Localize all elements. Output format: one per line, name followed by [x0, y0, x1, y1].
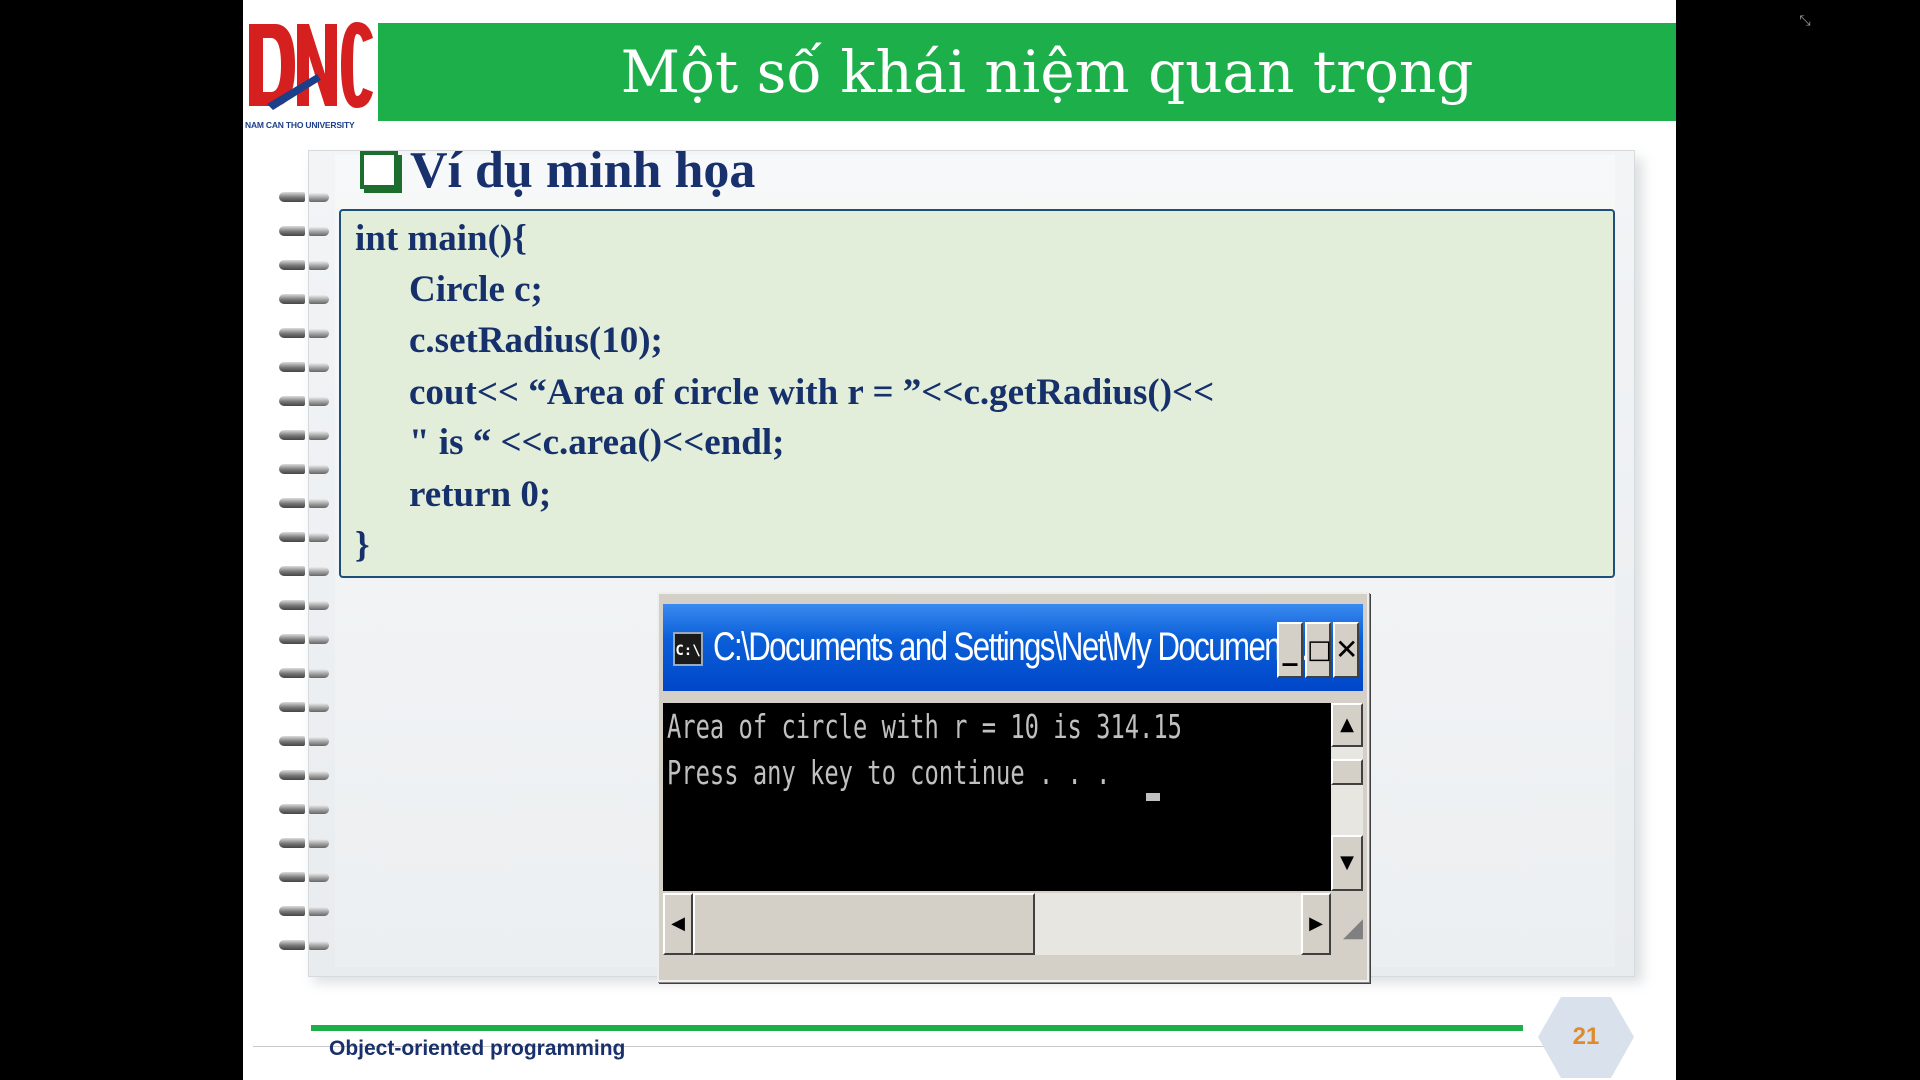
logo-letters-graphic	[249, 22, 373, 110]
spiral-ring-icon	[279, 360, 333, 376]
code-line: int main(){	[355, 218, 527, 259]
code-line: return 0;	[409, 474, 552, 515]
code-line: c.setRadius(10);	[409, 320, 663, 361]
console-titlebar[interactable]: C:\ C:\Documents and Settings\Net\My Doc…	[663, 604, 1363, 691]
spiral-ring-icon	[279, 768, 333, 784]
spiral-ring-icon	[279, 190, 333, 206]
console-window: C:\ C:\Documents and Settings\Net\My Doc…	[657, 592, 1369, 982]
minimize-icon[interactable]: _	[1277, 622, 1303, 678]
spiral-ring-icon	[279, 734, 333, 750]
code-line: }	[355, 525, 370, 566]
console-window-title: C:\Documents and Settings\Net\My Documen…	[713, 625, 1324, 669]
horizontal-scroll-thumb[interactable]	[693, 893, 1035, 955]
scroll-down-arrow-icon[interactable]: ▼	[1331, 835, 1363, 891]
spiral-ring-icon	[279, 428, 333, 444]
vertical-scrollbar[interactable]: ▲ ▼	[1331, 703, 1363, 891]
title-bar: Một số khái niệm quan trọng	[378, 23, 1676, 121]
spiral-ring-icon	[279, 394, 333, 410]
scroll-up-arrow-icon[interactable]: ▲	[1331, 703, 1363, 747]
resize-grip-icon[interactable]: ◢	[1331, 893, 1363, 955]
code-line: " is “ <<c.area()<<endl;	[409, 422, 785, 463]
course-name: Object-oriented programming	[329, 1037, 626, 1060]
console-app-icon: C:\	[673, 632, 703, 666]
code-line: cout<< “Area of circle with r = ”<<c.get…	[409, 372, 1215, 413]
scroll-thumb[interactable]	[1331, 759, 1363, 785]
text-cursor	[1146, 793, 1160, 801]
code-block: int main(){ Circle c; c.setRadius(10); c…	[339, 209, 1615, 578]
spiral-ring-icon	[279, 292, 333, 308]
spiral-ring-icon	[279, 904, 333, 920]
page-number: 21	[1572, 1023, 1600, 1050]
maximize-icon[interactable]: □	[1305, 622, 1332, 678]
scroll-left-arrow-icon[interactable]: ◀	[663, 893, 693, 955]
console-output-line: Area of circle with r = 10 is 314.15	[667, 707, 1182, 746]
spiral-ring-icon	[279, 564, 333, 580]
spiral-ring-icon	[279, 326, 333, 342]
footer-divider	[311, 1025, 1523, 1031]
spiral-ring-icon	[279, 598, 333, 614]
spiral-ring-icon	[279, 802, 333, 818]
spiral-ring-icon	[279, 666, 333, 682]
section-heading: Ví dụ minh họa	[410, 142, 756, 199]
spiral-ring-icon	[279, 258, 333, 274]
logo-subtitle: NAM CAN THO UNIVERSITY	[245, 120, 355, 130]
spiral-ring-icon	[279, 530, 333, 546]
spiral-ring-icon	[279, 700, 333, 716]
close-icon[interactable]: ✕	[1333, 622, 1359, 678]
code-line: Circle c;	[409, 269, 543, 310]
checkbox-bullet-icon	[360, 151, 398, 189]
scroll-right-arrow-icon[interactable]: ▶	[1301, 893, 1331, 955]
spiral-ring-icon	[279, 496, 333, 512]
exit-fullscreen-icon[interactable]: ⤡	[1796, 12, 1814, 30]
slide-title: Một số khái niệm quan trọng	[620, 38, 1474, 106]
spiral-ring-icon	[279, 224, 333, 240]
horizontal-scrollbar[interactable]: ◀ ▶	[663, 893, 1331, 955]
university-logo: NAM CAN THO UNIVERSITY	[245, 14, 375, 132]
spiral-ring-icon	[279, 836, 333, 852]
spiral-ring-icon	[279, 632, 333, 648]
console-output-line: Press any key to continue . . .	[667, 753, 1111, 792]
slide: Một số khái niệm quan trọng NAM CAN THO …	[243, 0, 1676, 1080]
spiral-ring-icon	[279, 870, 333, 886]
spiral-ring-icon	[279, 462, 333, 478]
console-output[interactable]: Area of circle with r = 10 is 314.15 Pre…	[663, 703, 1331, 891]
spiral-ring-icon	[279, 938, 333, 954]
